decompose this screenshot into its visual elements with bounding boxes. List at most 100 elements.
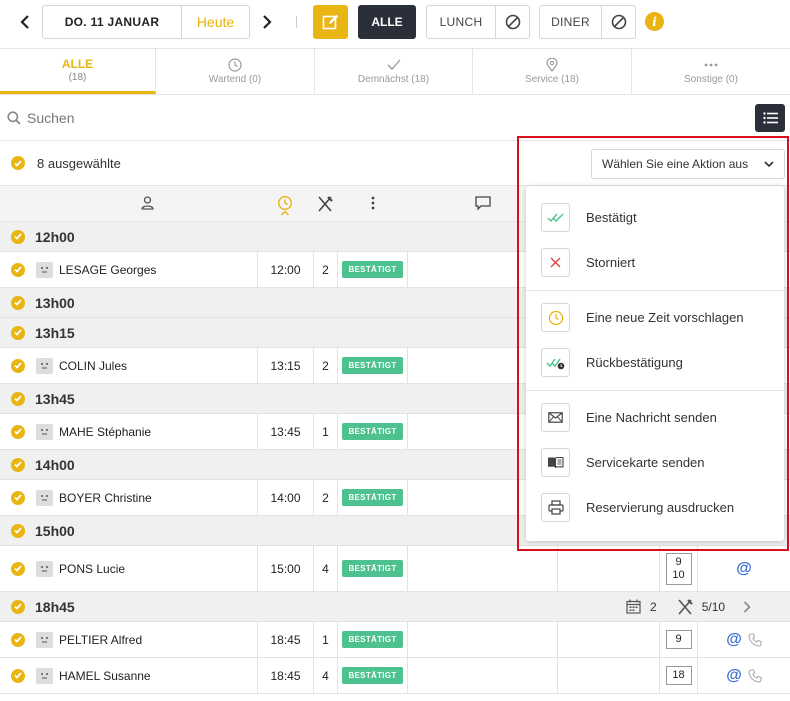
current-date[interactable]: DO. 11 JANUAR [43, 6, 182, 38]
table-row[interactable]: PELTIER Alfred 18:45 1 BESTÄTIGT 9 @ [0, 622, 790, 658]
action-send-service-card[interactable]: Servicekarte senden [526, 440, 784, 485]
phone-icon[interactable] [748, 668, 762, 683]
status-badge[interactable]: BESTÄTIGT [342, 357, 403, 374]
filter-all-button[interactable]: ALLE [358, 5, 416, 39]
ban-icon [505, 14, 520, 30]
guest-face-icon [36, 631, 53, 648]
check-icon [14, 362, 22, 369]
check-icon [387, 59, 400, 70]
printer-icon [547, 500, 564, 515]
prev-day-button[interactable] [15, 10, 35, 34]
kebab-icon[interactable] [371, 196, 375, 210]
group-checkbox[interactable] [11, 325, 25, 340]
check-icon [14, 299, 22, 306]
table-row[interactable]: PONS Lucie 15:00 4 BESTÄTIGT 9 10 @ [0, 546, 790, 592]
row-checkbox[interactable] [11, 490, 25, 505]
clock-sort-icon[interactable] [277, 195, 293, 217]
action-select[interactable]: Wählen Sie eine Aktion aus [591, 149, 785, 179]
tab-upcoming[interactable]: Demnächst (18) [315, 49, 473, 94]
status-badge[interactable]: BESTÄTIGT [342, 667, 403, 684]
selection-bar: 8 ausgewählte Wählen Sie eine Aktion aus [0, 141, 790, 186]
action-reconfirm[interactable]: Rückbestätigung [526, 340, 784, 385]
reservation-time: 13:15 [257, 348, 313, 383]
group-checkbox[interactable] [11, 523, 25, 538]
action-propose-time[interactable]: Eine neue Zeit vorschlagen [526, 295, 784, 340]
email-icon[interactable]: @ [726, 667, 742, 685]
group-row-1845[interactable]: 18h45 2 5/10 [0, 592, 790, 622]
table-number[interactable]: 18 [665, 666, 692, 685]
action-print-reservation[interactable]: Reservierung ausdrucken [526, 485, 784, 530]
status-badge[interactable]: BESTÄTIGT [342, 489, 403, 506]
action-cancelled[interactable]: Storniert [526, 240, 784, 285]
row-checkbox[interactable] [11, 632, 25, 647]
chevron-left-icon [20, 15, 29, 29]
disable-diner-button[interactable] [602, 6, 635, 38]
status-badge[interactable]: BESTÄTIGT [342, 423, 403, 440]
reservation-time: 18:45 [257, 622, 313, 657]
filter-diner-button[interactable]: DINER [540, 6, 602, 38]
guest-face-icon [36, 667, 53, 684]
email-icon[interactable]: @ [736, 560, 752, 578]
tab-label: Sonstige (0) [684, 74, 738, 85]
reconfirm-icon [546, 358, 564, 369]
guest-face-icon [36, 423, 53, 440]
group-time: 14h00 [35, 456, 75, 473]
guest-face-icon [36, 560, 53, 577]
tab-other[interactable]: Sonstige (0) [632, 49, 790, 94]
group-checkbox[interactable] [11, 391, 25, 406]
clock-icon [548, 310, 563, 325]
group-checkbox[interactable] [11, 295, 25, 310]
reservation-time: 12:00 [257, 252, 313, 287]
tab-all[interactable]: ALLE (18) [0, 49, 156, 94]
action-send-message[interactable]: Eine Nachricht senden [526, 395, 784, 440]
filter-lunch-button[interactable]: LUNCH [427, 6, 496, 38]
status-badge[interactable]: BESTÄTIGT [342, 631, 403, 648]
group-time: 12h00 [35, 228, 75, 245]
check-icon [14, 266, 22, 273]
date-selector[interactable]: DO. 11 JANUAR Heute [42, 5, 250, 39]
action-label: Storniert [586, 255, 636, 270]
next-day-button[interactable] [257, 10, 277, 34]
covers: 2 [313, 252, 337, 287]
row-checkbox[interactable] [11, 424, 25, 439]
table-number[interactable]: 9 [665, 630, 692, 649]
person-icon[interactable] [141, 196, 154, 210]
group-checkbox[interactable] [11, 457, 25, 472]
action-confirmed[interactable]: Bestätigt [526, 195, 784, 240]
fork-knife-icon[interactable] [317, 196, 333, 212]
guest-face-icon [36, 489, 53, 506]
action-label: Rückbestätigung [586, 355, 683, 370]
action-label: Bestätigt [586, 210, 637, 225]
row-checkbox[interactable] [11, 561, 25, 576]
status-badge[interactable]: BESTÄTIGT [342, 261, 403, 278]
tab-waiting[interactable]: Wartend (0) [156, 49, 315, 94]
top-bar: DO. 11 JANUAR Heute ALLE LUNCH DINER i [0, 0, 790, 46]
row-checkbox[interactable] [11, 262, 25, 277]
guest-name: LESAGE Georges [59, 262, 157, 277]
tab-service[interactable]: Service (18) [473, 49, 632, 94]
guest-name: PELTIER Alfred [59, 632, 143, 647]
tab-label: Wartend (0) [208, 74, 262, 85]
info-icon[interactable]: i [645, 12, 664, 31]
group-checkbox[interactable] [11, 229, 25, 244]
group-checkbox[interactable] [11, 599, 25, 614]
row-checkbox[interactable] [11, 668, 25, 683]
disable-lunch-button[interactable] [496, 6, 529, 38]
comment-icon[interactable] [475, 196, 491, 210]
covers: 2 [313, 348, 337, 383]
phone-icon[interactable] [748, 632, 762, 647]
list-view-button[interactable] [755, 104, 785, 132]
table-row[interactable]: HAMEL Susanne 18:45 4 BESTÄTIGT 18 @ [0, 658, 790, 694]
email-icon[interactable]: @ [726, 631, 742, 649]
status-badge[interactable]: BESTÄTIGT [342, 560, 403, 577]
chevron-right-icon[interactable] [743, 600, 751, 613]
pin-icon [546, 58, 558, 72]
today-button[interactable]: Heute [182, 6, 249, 38]
action-label: Eine neue Zeit vorschlagen [586, 310, 744, 325]
new-reservation-button[interactable] [313, 5, 348, 39]
table-number[interactable]: 9 10 [665, 552, 692, 585]
search-input[interactable] [27, 110, 627, 126]
list-icon [762, 112, 778, 124]
row-checkbox[interactable] [11, 358, 25, 373]
select-all-checkbox[interactable] [11, 156, 25, 170]
